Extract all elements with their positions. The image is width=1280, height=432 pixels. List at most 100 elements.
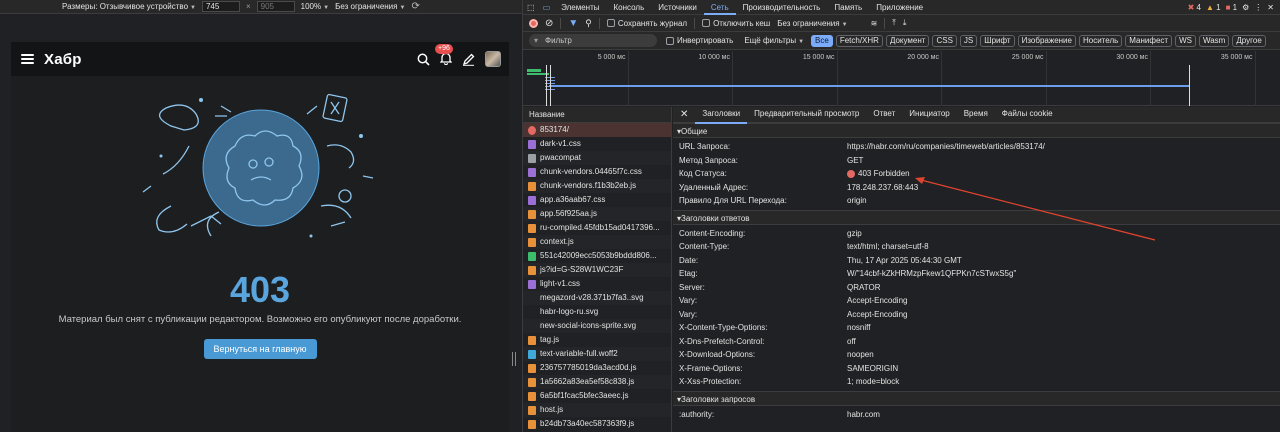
notifications-button[interactable]: +96 [435,43,453,67]
request-headers-section[interactable]: ▾Заголовки запросов [673,390,1280,406]
disable-cache-checkbox[interactable]: Отключить кеш [702,19,770,28]
throttle-dropdown[interactable]: Без ограничения ▼ [335,2,405,11]
request-row[interactable]: 236757785019da3acd0d.js [523,361,671,375]
zoom-dropdown[interactable]: 100% ▼ [301,2,329,11]
tab-5[interactable]: Память [827,0,869,15]
detail-tab-0[interactable]: Заголовки [695,106,748,124]
upload-icon[interactable]: ⤒ [892,18,896,28]
request-row[interactable]: js?id=G-S28W1WC23F [523,263,671,277]
tab-6[interactable]: Приложение [869,0,930,15]
tab-3[interactable]: Сеть [703,0,736,15]
type-filter-chip[interactable]: Wasm [1198,34,1230,47]
home-button[interactable]: Вернуться на главную [203,339,317,359]
detail-tab-4[interactable]: Время [957,106,995,124]
request-row[interactable]: chunk-vendors.04465f7c.css [523,165,671,179]
detail-tab-2[interactable]: Ответ [866,106,902,124]
type-filter-chip[interactable]: Манифест [1125,34,1173,47]
type-filter-chip[interactable]: Носитель [1078,34,1123,47]
header-value[interactable]: https://habr.com/ru/companies/timeweb/ar… [847,140,1045,154]
request-row[interactable]: 551c42009ecc5053b9bddd806... [523,249,671,263]
request-row[interactable]: light-v1.css [523,277,671,291]
tab-2[interactable]: Источники [651,0,704,15]
record-icon[interactable] [529,18,538,28]
dimensions-dropdown[interactable]: Размеры: Отзывчивое устройство ▼ [62,2,196,11]
more-filters-dropdown[interactable]: Ещё фильтры ▼ [744,36,804,45]
request-row[interactable]: text-variable-full.woff2 [523,347,671,361]
close-details-icon[interactable]: ✕ [673,107,695,123]
request-row[interactable]: ru-compiled.45fdb15ad0417396... [523,221,671,235]
detail-tab-3[interactable]: Инициатор [902,106,956,124]
tab-0[interactable]: Элементы [554,0,606,15]
type-filter-chip[interactable]: Документ [885,34,930,47]
close-icon[interactable]: ✕ [1267,3,1274,12]
gear-icon[interactable]: ⚙ [1242,3,1249,12]
type-filter-chip[interactable]: Изображение [1017,34,1076,47]
throttle-select[interactable]: Без ограничения ▼ [777,19,847,28]
resize-handle[interactable] [512,352,516,366]
inspect-icon[interactable]: ⬚ [523,0,539,15]
request-row[interactable]: host.js [523,403,671,417]
wifi-icon[interactable]: ≋ [871,19,878,28]
height-input[interactable]: 905 [256,1,295,12]
error-count[interactable]: ✖ 4 [1188,3,1201,12]
type-filter-chip[interactable]: Шрифт [980,34,1015,47]
header-value[interactable]: Thu, 17 Apr 2025 05:44:30 GMT [847,254,962,268]
header-value[interactable]: text/html; charset=utf-8 [847,240,929,254]
menu-icon[interactable] [21,54,34,64]
requests-header[interactable]: Название [523,107,671,123]
width-input[interactable]: 745 [201,1,240,12]
header-value[interactable]: 1; mode=block [847,375,899,389]
request-row[interactable]: context.js [523,235,671,249]
general-section[interactable]: ▾Общие [673,123,1280,138]
tab-1[interactable]: Консоль [607,0,652,15]
header-value[interactable]: habr.com [847,408,880,422]
search-icon[interactable] [417,53,430,66]
request-row[interactable]: b24db73a40ec587363f9.js [523,417,671,431]
request-row[interactable]: tag.js [523,333,671,347]
request-row[interactable]: megazord-v28.371b7fa3..svg [523,291,671,305]
request-row[interactable]: 853174/ [523,123,671,137]
request-row[interactable]: 1a5662a83ea5ef58c838.js [523,375,671,389]
device-toggle-icon[interactable]: ▭ [539,0,555,15]
header-value[interactable]: off [847,335,856,349]
type-filter-chip[interactable]: Fetch/XHR [835,34,883,47]
pen-icon[interactable] [462,53,475,66]
clear-icon[interactable]: ⊘ [545,18,553,29]
header-value[interactable]: W/"14cbf-kZkHRMzpFkew1QFPKn7cSTwxS5g" [847,267,1016,281]
request-row[interactable]: 6a5bf1fcac5bfec3aeec.js [523,389,671,403]
header-value[interactable]: nosniff [847,321,870,335]
header-value[interactable]: 403 Forbidden [847,167,910,181]
type-filter-chip[interactable]: CSS [932,34,957,47]
type-filter-chip[interactable]: WS [1175,34,1196,47]
detail-tab-1[interactable]: Предварительный просмотр [747,106,866,124]
info-count[interactable]: ■ 1 [1226,3,1238,12]
filter-icon[interactable]: ▼ [568,18,578,29]
more-icon[interactable]: ⋮ [1254,3,1262,12]
header-value[interactable]: origin [847,194,867,208]
request-row[interactable]: pwacompat [523,151,671,165]
request-row[interactable]: habr-logo-ru.svg [523,305,671,319]
header-value[interactable]: Accept-Encoding [847,308,907,322]
request-row[interactable]: app.a36aab67.css [523,193,671,207]
header-value[interactable]: 178.248.237.68:443 [847,181,918,195]
network-overview[interactable]: 5 000 мс 10 000 мс 15 000 мс 20 000 мс 25 00… [523,51,1280,106]
header-value[interactable]: gzip [847,227,862,241]
header-value[interactable]: GET [847,154,863,168]
tab-4[interactable]: Производительность [736,0,828,15]
header-value[interactable]: Accept-Encoding [847,294,907,308]
avatar[interactable] [485,51,501,67]
header-value[interactable]: SAMEORIGIN [847,362,898,376]
header-value[interactable]: QRATOR [847,281,880,295]
detail-tab-5[interactable]: Файлы cookie [995,106,1060,124]
header-value[interactable]: noopen [847,348,874,362]
rotate-icon[interactable]: ⟳ [411,1,419,12]
invert-checkbox[interactable]: Инвертировать [666,36,733,45]
habr-logo[interactable]: Хабр [44,51,82,68]
request-row[interactable]: app.56f925aa.js [523,207,671,221]
response-headers-section[interactable]: ▾Заголовки ответов [673,209,1280,225]
filter-input[interactable]: ▾ Фильтр [529,34,657,47]
download-icon[interactable]: ⤓ [903,18,907,28]
preserve-log-checkbox[interactable]: Сохранять журнал [606,19,687,28]
type-filter-chip[interactable]: Все [811,34,833,47]
request-row[interactable]: chunk-vendors.f1b3b2eb.js [523,179,671,193]
